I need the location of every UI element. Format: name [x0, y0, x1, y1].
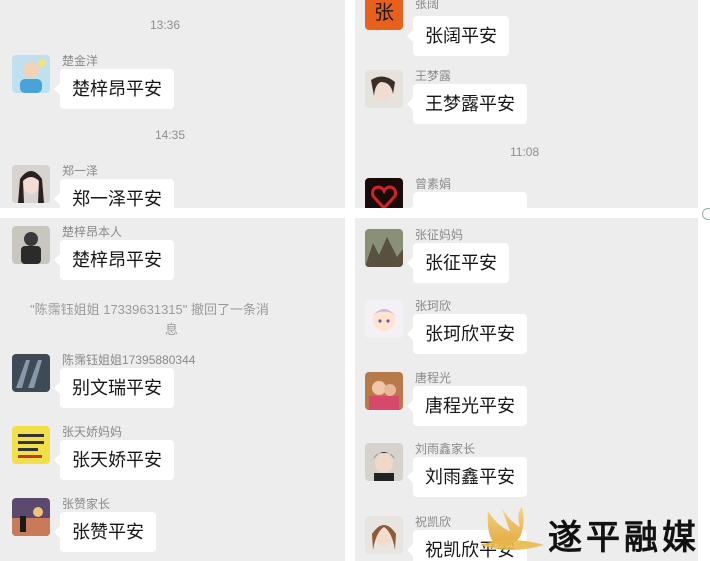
avatar[interactable] — [365, 229, 403, 267]
avatar[interactable] — [365, 516, 403, 554]
sender-name: 楚梓昂本人 — [62, 225, 123, 239]
sender-name: 曾素娟 — [415, 177, 452, 191]
sender-name: 祝凯欣 — [415, 515, 452, 529]
message-bubble[interactable]: 郑一泽平安 — [54, 179, 174, 208]
avatar[interactable] — [365, 178, 403, 208]
avatar[interactable] — [365, 372, 403, 410]
message-bubble[interactable]: 张征平安 — [407, 243, 509, 283]
sender-name: 唐程光 — [415, 371, 452, 385]
sender-name: 张阔 — [415, 0, 440, 11]
message-bubble[interactable]: 张天娇平安 — [54, 440, 174, 480]
sender-name: 王梦露 — [415, 69, 452, 83]
timestamp: 14:35 — [155, 128, 186, 142]
sender-name: 陈霈钰姐姐17395880344 — [62, 353, 196, 367]
avatar[interactable] — [12, 498, 50, 536]
message-bubble[interactable]: 别文瑞平安 — [54, 368, 174, 408]
sender-name: 张征妈妈 — [415, 228, 464, 242]
divider-handle — [702, 208, 710, 220]
message-bubble[interactable]: 楚梓昂平安 — [54, 240, 174, 280]
avatar[interactable] — [12, 426, 50, 464]
sender-name: 楚金洋 — [62, 54, 99, 68]
avatar[interactable] — [12, 226, 50, 264]
sender-name: 张赞家长 — [62, 497, 111, 511]
message-bubble[interactable]: 王梦露平安 — [407, 84, 527, 124]
sender-name: 张珂欣 — [415, 299, 452, 313]
timestamp: 11:08 — [510, 145, 540, 159]
sender-name: 刘雨鑫家长 — [415, 442, 476, 456]
timestamp: 13:36 — [150, 18, 181, 32]
recall-notice: "陈霈钰姐姐 17339631315" 撤回了一条消 息 — [30, 302, 269, 337]
avatar[interactable] — [12, 354, 50, 392]
avatar[interactable]: 张 — [365, 0, 403, 30]
avatar[interactable] — [12, 55, 50, 93]
message-bubble[interactable] — [407, 192, 527, 208]
message-bubble[interactable]: 张阔平安 — [407, 16, 509, 56]
svg-text:张: 张 — [374, 0, 394, 24]
message-bubble[interactable]: 唐程光平安 — [407, 386, 527, 426]
watermark-text: 遂平融媒 — [548, 518, 700, 558]
sender-name: 张天娇妈妈 — [62, 425, 123, 439]
message-bubble[interactable]: 张珂欣平安 — [407, 314, 527, 354]
message-bubble[interactable]: 刘雨鑫平安 — [407, 457, 527, 497]
chat-panel-top-left: 13:36 楚金洋 楚梓昂平安 14:35 郑一泽 郑一泽平安 — [0, 0, 345, 208]
sender-name: 郑一泽 — [62, 164, 99, 178]
avatar[interactable] — [365, 443, 403, 481]
chat-panel-top-right: 张 张阔 张阔平安 王梦露 王梦露平安 11:08 曾素娟 — [355, 0, 698, 208]
message-bubble[interactable]: 楚梓昂平安 — [54, 69, 174, 109]
avatar[interactable] — [12, 165, 50, 203]
avatar[interactable] — [365, 70, 403, 108]
chat-panel-bottom-left: 楚梓昂本人 楚梓昂平安 "陈霈钰姐姐 17339631315" 撤回了一条消 息… — [0, 218, 345, 561]
avatar[interactable] — [365, 300, 403, 338]
message-bubble[interactable]: 张赞平安 — [54, 512, 156, 552]
